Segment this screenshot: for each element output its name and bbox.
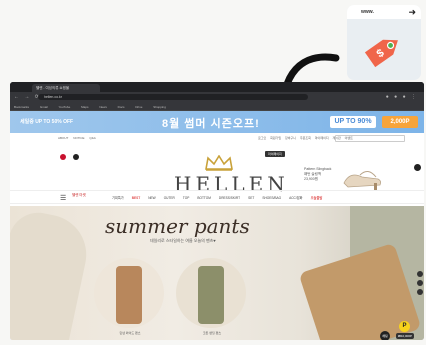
category-item[interactable]: BEST xyxy=(132,196,141,200)
points-amount: ₩10,000P xyxy=(396,333,415,339)
quick-icon[interactable] xyxy=(417,280,423,286)
browser-tab[interactable]: 헬렌 - 여성의류 쇼핑몰 xyxy=(32,84,100,92)
product-caption: 린넨 와이드 팬츠 xyxy=(119,331,141,335)
menu-icon[interactable]: ☰ xyxy=(60,194,66,202)
category-item[interactable]: BOTTOM xyxy=(197,196,211,200)
shoe-ad-price: 23,900원 xyxy=(304,177,318,181)
utility-link[interactable]: 회원가입 xyxy=(270,136,281,140)
pants-photo xyxy=(116,266,142,324)
category-item[interactable]: NEW xyxy=(148,196,155,200)
bookmark-item[interactable]: Maps xyxy=(81,105,88,109)
arrow-right-icon: ➜ xyxy=(408,7,416,17)
carousel-dots[interactable] xyxy=(190,336,240,340)
points-badge[interactable]: P ₩10,000P xyxy=(396,321,415,339)
bookmark-item[interactable]: Drive xyxy=(135,105,142,109)
tab-bar: 헬렌 - 여성의류 쇼핑몰 xyxy=(10,82,424,92)
product-caption: 코튼 밴딩 팬츠 xyxy=(202,331,222,335)
mini-url: www. xyxy=(361,9,374,15)
utility-link[interactable]: 장바구니 xyxy=(285,136,296,140)
fabric-decor xyxy=(10,207,94,340)
language-flags xyxy=(60,147,82,165)
tooltip: 마이페이지 xyxy=(265,151,285,157)
quick-icon[interactable] xyxy=(417,289,423,295)
search-input[interactable] xyxy=(335,135,405,142)
extension-icons[interactable]: ● ● ● ⋮ xyxy=(386,94,418,100)
bookmark-item[interactable]: Shopping xyxy=(153,105,166,109)
utility-link[interactable]: 마이페이지 xyxy=(315,136,329,140)
chat-button[interactable]: 채팅 xyxy=(380,331,390,340)
utility-link[interactable]: ABOUT xyxy=(58,136,68,140)
bookmark-item[interactable]: Bookmarks xyxy=(14,105,29,109)
brand-chip[interactable]: 헬렌 마켓 xyxy=(72,193,86,197)
browser-toolbar: ← → ⟳ hellen.co.kr ● ● ● ⋮ xyxy=(10,92,424,102)
utility-link[interactable]: 주문조회 xyxy=(300,136,311,140)
crown-icon xyxy=(205,155,233,171)
promo-discount-box: UP TO 90% xyxy=(330,116,376,128)
promo-headline: 8월 썸머 시즌오프! xyxy=(162,118,260,130)
pants-photo xyxy=(198,266,224,324)
nav-buttons-icon[interactable]: ← → ⟳ xyxy=(14,94,41,100)
flag-icon[interactable] xyxy=(60,154,66,160)
utility-bar: ABOUT NOTICE Q&A 로그인 회원가입 장바구니 주문조회 마이페이… xyxy=(10,133,424,143)
promo-points-box: 2,000P xyxy=(382,116,418,128)
hero-banner[interactable]: summer pants 데일리로 스타일하는 여름 오늘의 팬츠♥ 린넨 와이… xyxy=(10,206,424,340)
page-viewport: 세일중 UP TO 50% OFF 8월 썸머 시즌오프! UP TO 90% … xyxy=(10,111,424,340)
category-item[interactable]: 오늘출발 xyxy=(311,196,323,200)
product-circle[interactable] xyxy=(94,258,164,328)
category-item[interactable]: 기획특가 xyxy=(112,196,124,200)
utility-link[interactable]: Q&A xyxy=(89,136,95,140)
bookmarks-bar: Bookmarks Gmail YouTube Maps News Docs D… xyxy=(10,102,424,111)
side-quick-icons xyxy=(417,271,423,298)
category-item[interactable]: OUTER xyxy=(164,196,175,200)
points-icon: P xyxy=(399,321,410,332)
utility-link[interactable]: 로그인 xyxy=(258,136,266,140)
promo-left-text: 세일중 UP TO 50% OFF xyxy=(20,119,74,125)
extension-badge[interactable]: www. ➜ $ xyxy=(347,5,421,80)
category-item[interactable]: SET xyxy=(248,196,254,200)
bookmark-item[interactable]: Docs xyxy=(118,105,125,109)
price-tag-icon: $ xyxy=(364,39,398,68)
bookmark-item[interactable]: News xyxy=(99,105,107,109)
promo-banner[interactable]: 세일중 UP TO 50% OFF 8월 썸머 시즌오프! UP TO 90% … xyxy=(10,111,424,133)
side-scroll-icon[interactable] xyxy=(414,164,421,171)
bookmark-item[interactable]: Gmail xyxy=(40,105,48,109)
quick-icon[interactable] xyxy=(417,271,423,277)
flag-icon[interactable] xyxy=(73,154,80,160)
hero-subtitle: 데일리로 스타일하는 여름 오늘의 팬츠♥ xyxy=(150,238,216,243)
bookmark-item[interactable]: YouTube xyxy=(58,105,70,109)
browser-window: 헬렌 - 여성의류 쇼핑몰 ← → ⟳ hellen.co.kr ● ● ● ⋮… xyxy=(10,82,424,340)
shoe-image xyxy=(343,171,382,190)
category-item[interactable]: TOP xyxy=(183,196,190,200)
category-item[interactable]: DRESS/SKIRT xyxy=(219,196,240,200)
utility-link[interactable]: NOTICE xyxy=(73,136,84,140)
product-circle[interactable] xyxy=(176,258,246,328)
mini-browser-bar: www. ➜ xyxy=(347,5,421,19)
hero-title: summer pants xyxy=(105,214,250,238)
category-item[interactable]: SHOES/BAG xyxy=(262,196,281,200)
category-item[interactable]: ACC/잡화 xyxy=(289,196,302,200)
category-nav: ☰ 헬렌 마켓 기획특가 BEST NEW OUTER TOP BOTTOM DRESS/S… xyxy=(10,190,424,204)
address-bar[interactable]: hellen.co.kr xyxy=(38,94,308,100)
category-items: 기획특가 BEST NEW OUTER TOP BOTTOM DRESS/SKIRT SET S… xyxy=(112,195,330,200)
